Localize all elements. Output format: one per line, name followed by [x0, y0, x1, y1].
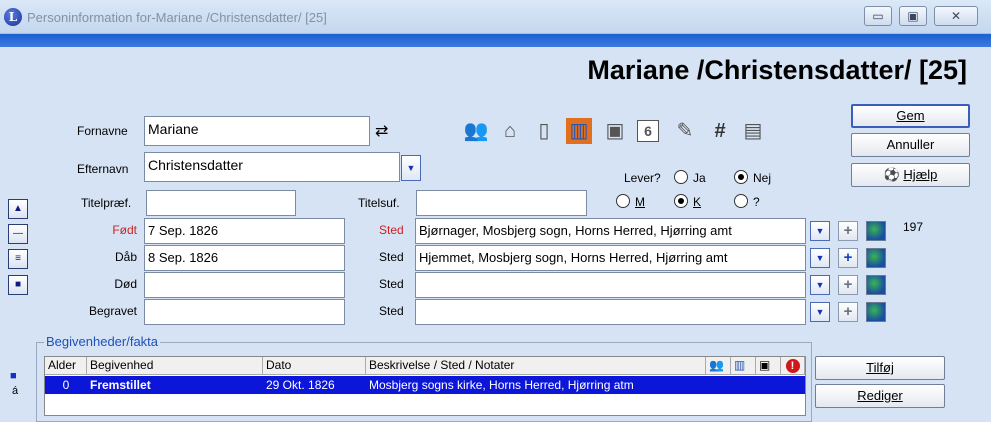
square-button[interactable]: ■ [8, 275, 28, 295]
maximize-button[interactable]: ▣ [899, 6, 927, 26]
lever-label: Lever? [624, 171, 661, 185]
event-place-label-3: Sted [379, 304, 404, 318]
close-button[interactable]: ✕ [934, 6, 978, 26]
gender-unknown-label: ? [753, 195, 760, 209]
col-alert-icon[interactable]: ! [781, 357, 805, 375]
efternavn-input[interactable]: Christensdatter [144, 152, 400, 182]
facts-group-title: Begivenheder/fakta [44, 334, 161, 349]
col-people-icon[interactable]: 👥 [706, 357, 731, 375]
event-label-3: Begravet [88, 304, 137, 318]
gem-button[interactable]: Gem [851, 104, 970, 128]
event-date-input-0[interactable]: 7 Sep. 1826 [144, 218, 345, 244]
fornavne-label: Fornavne [77, 124, 128, 138]
col-alder[interactable]: Alder [45, 357, 87, 375]
cell-alder: 0 [62, 378, 70, 392]
annuller-button[interactable]: Annuller [851, 133, 970, 157]
lever-nej-radio[interactable] [734, 170, 748, 184]
swap-names-icon[interactable]: ⇄ [375, 121, 388, 141]
portraits-icon[interactable]: ▣ [602, 118, 628, 144]
facts-grid[interactable]: Alder Begivenhed Dato Beskrivelse / Sted… [44, 356, 806, 416]
globe-icon[interactable] [866, 302, 886, 322]
alert-icon: ! [785, 359, 800, 373]
count-label: 197 [903, 220, 924, 234]
event-add-source-button-2[interactable]: + [838, 275, 858, 295]
event-place-dropdown-0[interactable]: ▼ [810, 221, 830, 241]
tilfoej-button[interactable]: Tilføj [815, 356, 945, 380]
col-books-icon[interactable]: ▥ [731, 357, 756, 375]
event-date-input-1[interactable]: 8 Sep. 1826 [144, 245, 345, 271]
event-place-dropdown-2[interactable]: ▼ [810, 275, 830, 295]
move-up-button[interactable]: ▲ [8, 199, 28, 219]
cell-begivenhed: Fremstillet [90, 378, 151, 392]
cell-dato: 29 Okt. 1826 [266, 378, 335, 392]
titelpraef-input[interactable] [146, 190, 296, 216]
gender-m-label: M [635, 195, 645, 209]
col-portrait-icon[interactable]: ▣ [756, 357, 781, 375]
event-add-source-button-1[interactable]: + [838, 248, 858, 268]
lever-ja-label: Ja [693, 171, 706, 185]
col-begivenhed[interactable]: Begivenhed [87, 357, 263, 375]
event-label-2: Død [114, 277, 137, 291]
bottom-left-icon[interactable]: ■ [10, 370, 17, 382]
people-icon[interactable]: 👥 [463, 118, 489, 144]
accent-icon[interactable]: á [12, 385, 18, 397]
house-icon[interactable]: ⌂ [497, 118, 523, 144]
person-header: Mariane /Christensdatter/ [25] [587, 55, 967, 85]
titelsuf-label: Titelsuf. [358, 196, 400, 210]
hjaelp-label: Hjælp [903, 167, 938, 182]
event-place-label-2: Sted [379, 277, 404, 291]
hash-icon[interactable]: # [707, 118, 733, 144]
gender-k-label: K [693, 195, 702, 209]
event-place-label-0: Sted [379, 223, 404, 237]
calendar-icon[interactable]: 6 [637, 120, 659, 142]
efternavn-label: Efternavn [77, 162, 129, 176]
efternavn-dropdown-button[interactable]: ▼ [401, 155, 421, 181]
header-band [0, 34, 991, 47]
gender-unknown-radio[interactable] [734, 194, 748, 208]
event-place-dropdown-3[interactable]: ▼ [810, 302, 830, 322]
titelpraef-label: Titelpræf. [81, 196, 132, 210]
event-place-input-3[interactable] [415, 299, 806, 325]
event-place-dropdown-1[interactable]: ▼ [810, 248, 830, 268]
col-beskrivelse[interactable]: Beskrivelse / Sted / Notater [366, 357, 706, 375]
lever-ja-radio[interactable] [674, 170, 688, 184]
event-place-input-2[interactable] [415, 272, 806, 298]
rediger-button[interactable]: Rediger [815, 384, 945, 408]
books-icon[interactable]: ▥ [566, 118, 592, 144]
table-row[interactable]: 0 Fremstillet 29 Okt. 1826 Mosbjerg sogn… [45, 376, 805, 394]
help-icon: ⚽ [883, 167, 900, 182]
minus-button[interactable]: — [8, 224, 28, 244]
globe-icon[interactable] [866, 248, 886, 268]
gender-m-radio[interactable] [616, 194, 630, 208]
titelsuf-input[interactable] [416, 190, 587, 216]
window-title: Personinformation for-Mariane /Christens… [27, 10, 327, 25]
event-add-source-button-0[interactable]: + [838, 221, 858, 241]
app-icon: L [4, 8, 22, 26]
page-icon[interactable]: ▯ [531, 118, 557, 144]
event-place-input-0[interactable]: Bjørnager, Mosbjerg sogn, Horns Herred, … [415, 218, 806, 244]
event-place-label-1: Sted [379, 250, 404, 264]
fornavne-input[interactable]: Mariane [144, 116, 370, 146]
minimize-button[interactable]: ▭ [864, 6, 892, 26]
event-date-input-2[interactable] [144, 272, 345, 298]
globe-icon[interactable] [866, 221, 886, 241]
notes-icon[interactable]: ✎ [672, 118, 698, 144]
event-place-input-1[interactable]: Hjemmet, Mosbjerg sogn, Horns Herred, Hj… [415, 245, 806, 271]
cell-beskrivelse: Mosbjerg sogns kirke, Horns Herred, Hjør… [369, 378, 634, 392]
globe-icon[interactable] [866, 275, 886, 295]
book-icon[interactable]: ▤ [740, 118, 766, 144]
hjaelp-button[interactable]: ⚽ Hjælp [851, 163, 970, 187]
col-dato[interactable]: Dato [263, 357, 366, 375]
gender-k-radio[interactable] [674, 194, 688, 208]
event-add-source-button-3[interactable]: + [838, 302, 858, 322]
event-label-0: Født [112, 223, 137, 237]
lever-nej-label: Nej [753, 171, 772, 185]
event-label-1: Dåb [114, 250, 137, 264]
event-date-input-3[interactable] [144, 299, 345, 325]
list-button[interactable]: ≡ [8, 249, 28, 269]
